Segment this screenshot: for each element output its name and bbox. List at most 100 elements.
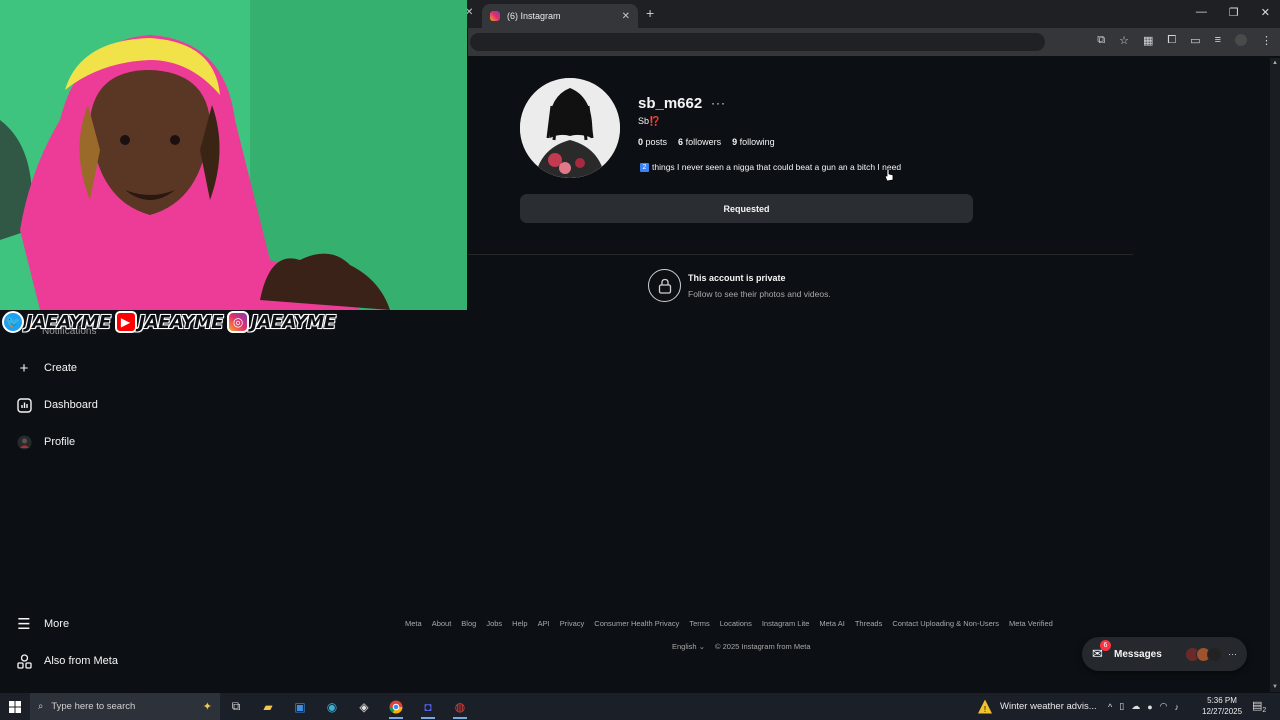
footer-link[interactable]: Help <box>512 619 527 628</box>
footer-link[interactable]: Meta Verified <box>1009 619 1053 628</box>
footer-link[interactable]: API <box>538 619 550 628</box>
sidebar-item-profile[interactable]: Profile <box>16 434 75 450</box>
clock[interactable]: 5:36 PM 12/27/2025 <box>1202 695 1242 717</box>
store-icon[interactable]: ▣ <box>284 693 316 720</box>
youtube-play-icon: ▶ <box>114 311 137 333</box>
footer-link[interactable]: Meta <box>405 619 422 628</box>
avatar-illustration <box>520 78 620 178</box>
footer-link[interactable]: Consumer Health Privacy <box>594 619 679 628</box>
bio-text: things I never seen a nigga that could b… <box>652 162 902 172</box>
warning-icon: ! <box>978 699 992 714</box>
footer-link[interactable]: Instagram Lite <box>762 619 810 628</box>
menu-icon: ☰ <box>17 616 31 633</box>
handle-text: JAEAYME <box>138 311 224 333</box>
profile-bio: 2 things I never seen a nigga that could… <box>640 162 901 172</box>
tab-close-icon[interactable]: ✕ <box>622 11 630 22</box>
language-select[interactable]: English ⌄ <box>672 642 705 651</box>
edge-icon[interactable]: ◉ <box>316 693 348 720</box>
windows-start-icon[interactable] <box>0 693 30 720</box>
wifi-icon[interactable]: ◠ <box>1160 701 1168 712</box>
handle-text: JAEAYME <box>26 311 111 333</box>
chevron-up-icon[interactable]: ^ <box>1108 702 1112 712</box>
messages-badge: 6 <box>1100 640 1111 651</box>
side-panel-icon[interactable]: ▭ <box>1190 34 1200 47</box>
address-bar[interactable] <box>470 33 1045 51</box>
install-app-icon[interactable]: ⧉ <box>1097 34 1105 47</box>
file-explorer-icon[interactable]: ▰ <box>252 693 284 720</box>
volume-icon[interactable]: ♪ <box>1174 702 1179 712</box>
profile-avatar-icon[interactable] <box>1235 34 1247 46</box>
tab-instagram[interactable]: (6) Instagram ✕ <box>482 4 638 28</box>
recording-app-icon[interactable]: ◍ <box>444 693 476 720</box>
messages-label: Messages <box>1114 648 1162 660</box>
clock-date: 12/27/2025 <box>1202 707 1243 716</box>
footer-link[interactable]: Privacy <box>560 619 585 628</box>
messages-button[interactable]: ✉ 6 Messages ··· <box>1082 637 1247 671</box>
system-tray: ^ ▯ ☁ ● ◠ ♪ <box>1108 693 1179 720</box>
puzzle-extensions-icon[interactable]: ⧠ <box>1167 34 1176 47</box>
profile-username: sb_m662 <box>638 95 703 112</box>
messenger-icon: ✉ 6 <box>1092 640 1111 662</box>
profile-avatar[interactable] <box>520 78 620 178</box>
media-controls-icon[interactable]: ≡ <box>1215 34 1221 47</box>
windows-taskbar: ⌕ Type here to search ✦ ⧉ ▰ ▣ ◉ ◈ ◘ ◍ ! … <box>0 693 1280 720</box>
footer-bottom: English ⌄ © 2025 Instagram from Meta <box>672 642 811 651</box>
plus-icon: + <box>19 359 29 377</box>
footer-link[interactable]: Locations <box>720 619 752 628</box>
footer-link[interactable]: Blog <box>461 619 476 628</box>
sidebar-item-label: Create <box>44 362 78 374</box>
bookmark-star-icon[interactable]: ☆ <box>1119 34 1129 47</box>
capcut-icon[interactable]: ◈ <box>348 693 380 720</box>
page-scrollbar[interactable]: ▲ ▼ <box>1270 58 1280 692</box>
discord-icon[interactable]: ◘ <box>412 693 444 720</box>
clock-time: 5:36 PM <box>1207 696 1237 705</box>
cloud-icon[interactable]: ☁ <box>1131 701 1140 712</box>
microphone-icon[interactable]: ● <box>1147 702 1152 712</box>
meta-apps-icon <box>16 653 32 669</box>
footer-link[interactable]: Contact Uploading & Non-Users <box>892 619 999 628</box>
search-icon: ⌕ <box>38 701 44 712</box>
footer-link[interactable]: Terms <box>689 619 709 628</box>
new-tab-button[interactable]: + <box>646 5 654 21</box>
notification-center-icon[interactable]: ▤2 <box>1252 699 1266 714</box>
full-name-text: Sb <box>638 116 650 126</box>
tab-title: (6) Instagram <box>507 11 561 21</box>
task-view-icon[interactable]: ⧉ <box>220 693 252 720</box>
weather-widget[interactable]: ! Winter weather advis... <box>978 693 1097 720</box>
webcam-overlay <box>0 0 467 310</box>
chrome-icon[interactable] <box>380 693 412 720</box>
footer-link[interactable]: Jobs <box>486 619 502 628</box>
profile-full-name: Sb⁉️ <box>638 116 660 127</box>
sidebar-item-create[interactable]: + Create <box>16 359 78 377</box>
sidebar-item-label: Dashboard <box>44 399 98 411</box>
footer-link[interactable]: Threads <box>855 619 883 628</box>
device-icon[interactable]: ▯ <box>1119 701 1124 712</box>
close-window-icon[interactable]: ✕ <box>1261 6 1270 19</box>
following-stat[interactable]: 9 following <box>732 137 775 147</box>
sidebar-item-also-from-meta[interactable]: Also from Meta <box>16 653 118 669</box>
twitter-bird-icon: 🐦 <box>2 311 24 333</box>
scroll-down-icon[interactable]: ▼ <box>1272 684 1278 690</box>
posts-stat: 0 posts <box>638 137 668 147</box>
scroll-up-icon[interactable]: ▲ <box>1272 60 1278 66</box>
sidebar-item-more[interactable]: ☰ More <box>16 616 69 633</box>
followers-stat[interactable]: 6 followers <box>678 137 721 147</box>
options-more-icon[interactable]: ··· <box>711 96 726 110</box>
taskbar-search[interactable]: ⌕ Type here to search ✦ <box>30 693 220 720</box>
streamer-video-frame <box>0 0 467 310</box>
kebab-menu-icon[interactable]: ⋮ <box>1261 34 1272 47</box>
minimize-icon[interactable]: — <box>1196 6 1207 19</box>
footer-links: Meta About Blog Jobs Help API Privacy Co… <box>405 619 1053 628</box>
more-dots-icon[interactable]: ··· <box>1228 649 1237 659</box>
extension-icon[interactable]: ▦ <box>1143 34 1153 47</box>
message-avatars <box>1185 646 1222 662</box>
handle-text: JAEAYME <box>251 311 336 333</box>
footer-link[interactable]: Meta AI <box>819 619 844 628</box>
footer-link[interactable]: About <box>432 619 452 628</box>
search-highlight-icon: ✦ <box>202 701 212 713</box>
restore-icon[interactable]: ❐ <box>1229 6 1239 19</box>
requested-follow-button[interactable]: Requested <box>520 194 973 223</box>
sidebar-item-dashboard[interactable]: Dashboard <box>16 397 98 413</box>
social-handles-banner: 🐦 JAEAYME ▶ JAEAYME ◎ JAEAYME <box>0 310 336 334</box>
youtube-handle: ▶ JAEAYME <box>114 311 224 333</box>
